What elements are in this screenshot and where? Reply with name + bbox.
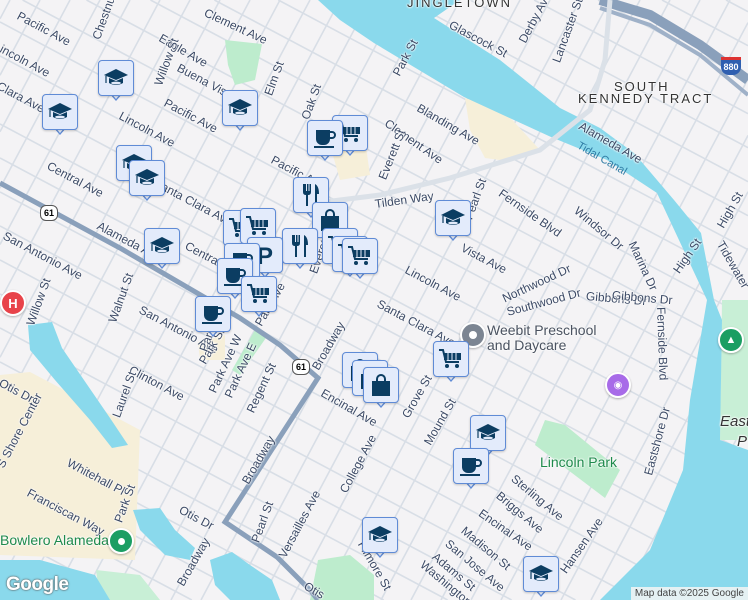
school-marker[interactable] — [362, 517, 398, 559]
place-label[interactable]: Lincoln Park — [540, 455, 617, 469]
place-label[interactable]: Bowlero Alameda — [0, 533, 109, 547]
graduation-cap-icon — [362, 517, 398, 553]
school-marker[interactable] — [42, 94, 78, 136]
neighborhood-label: JINGLETOWN — [407, 0, 512, 10]
restaurant-marker[interactable] — [282, 228, 318, 270]
shopping-cart-icon — [342, 238, 378, 274]
school-marker[interactable] — [144, 228, 180, 270]
hospital-pin-icon[interactable]: H — [0, 290, 26, 316]
route-61-shield: 61 — [40, 205, 58, 221]
coffee-marker[interactable] — [195, 296, 231, 338]
school-marker[interactable] — [523, 556, 559, 598]
shopping-bag-icon — [363, 367, 399, 403]
map-attribution[interactable]: Map data ©2025 Google — [630, 587, 748, 600]
graduation-cap-icon — [435, 200, 471, 236]
neighborhood-label: KENNEDY TRACT — [578, 91, 714, 106]
graduation-cap-icon — [144, 228, 180, 264]
coffee-marker[interactable] — [453, 448, 489, 490]
coffee-cup-icon — [453, 448, 489, 484]
street-label: Fernside Blvd — [654, 306, 671, 381]
place-label[interactable]: and Daycare — [487, 337, 566, 353]
map-canvas[interactable]: Pacific Ave Chestnut Eagle Ave Clement Ave L… — [0, 0, 748, 600]
camera-pin-icon[interactable]: ◉ — [605, 372, 631, 398]
graduation-cap-icon — [98, 60, 134, 96]
school-marker[interactable] — [222, 90, 258, 132]
park-area — [225, 40, 262, 85]
shopping-marker[interactable] — [363, 367, 399, 409]
graduation-cap-icon — [222, 90, 258, 126]
coffee-cup-icon — [195, 296, 231, 332]
graduation-cap-icon — [523, 556, 559, 592]
shopping-cart-icon — [433, 341, 469, 377]
street-label: East — [720, 413, 748, 430]
graduation-cap-icon — [470, 415, 506, 451]
interstate-880-shield: 880 — [721, 57, 741, 75]
grocery-marker[interactable] — [342, 238, 378, 280]
graduation-cap-icon — [42, 94, 78, 130]
fork-knife-icon — [282, 228, 318, 264]
graduation-cap-icon — [129, 160, 165, 196]
coffee-cup-icon — [307, 120, 343, 156]
grocery-marker[interactable] — [241, 276, 277, 318]
grocery-marker[interactable] — [433, 341, 469, 383]
park-pin-icon[interactable]: ▲ — [718, 327, 744, 353]
street-line — [0, 0, 11, 20]
google-logo: Google — [6, 574, 69, 595]
street-label: P — [737, 433, 748, 450]
school-marker[interactable] — [129, 160, 165, 202]
school-marker[interactable] — [435, 200, 471, 242]
shopping-cart-icon — [241, 276, 277, 312]
lagoon — [210, 552, 280, 600]
route-61-shield: 61 — [292, 359, 310, 375]
school-marker[interactable] — [98, 60, 134, 102]
place-label[interactable]: Weebit Preschool — [487, 322, 596, 338]
bowling-pin-icon[interactable] — [108, 528, 134, 554]
coffee-marker[interactable] — [307, 120, 343, 162]
